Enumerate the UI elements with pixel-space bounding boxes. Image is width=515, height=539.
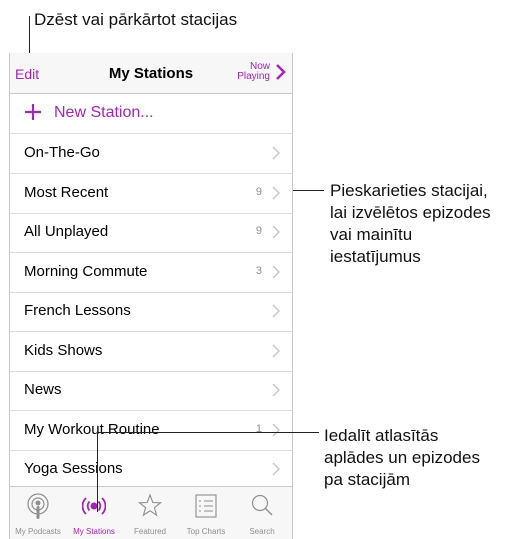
phone-screen: Edit My Stations Now Playing New Station…: [9, 53, 293, 539]
station-name: Most Recent: [24, 183, 109, 201]
station-row[interactable]: News: [10, 371, 292, 411]
annotation-right-2: Iedalīt atlasītās aplādes un epizodes pa…: [324, 425, 480, 491]
tab-label: Top Charts: [186, 527, 226, 536]
episode-count: 9: [255, 225, 262, 237]
station-name: Morning Commute: [24, 262, 148, 280]
new-station-label: New Station...: [54, 104, 154, 121]
chevron-right-icon: [272, 225, 280, 239]
tab-my-podcasts[interactable]: My Podcasts: [10, 487, 66, 539]
station-name: Kids Shows: [24, 341, 103, 359]
annotation-right-1-line-3: vai mainītu: [330, 225, 413, 244]
tab-label: Featured: [133, 527, 167, 536]
now-playing-line-2: Playing: [237, 71, 270, 82]
station-row[interactable]: Yoga Sessions: [10, 450, 292, 490]
station-row[interactable]: My Workout Routine 1: [10, 411, 292, 451]
broadcast-icon: [82, 497, 106, 515]
annotation-right-1-line-1: Pieskarieties stacijai,: [330, 181, 488, 200]
annotation-right-1: Pieskarieties stacijai, lai izvēlētos ep…: [330, 180, 491, 268]
podcast-icon: [27, 493, 49, 519]
annotation-right-2-line-3: pa stacijām: [324, 470, 410, 489]
search-icon: [251, 494, 273, 516]
station-name: Yoga Sessions: [24, 460, 123, 477]
chevron-right-icon: [272, 383, 280, 397]
episode-count: 9: [255, 185, 262, 198]
star-icon: [138, 493, 162, 517]
chevron-right-icon: [272, 462, 280, 476]
chevron-right-icon: [272, 343, 280, 358]
station-row[interactable]: Most Recent 9: [10, 174, 292, 214]
station-row[interactable]: Morning Commute 3: [10, 253, 292, 293]
station-name: My Workout Routine: [24, 420, 160, 438]
tab-search[interactable]: Search: [234, 487, 290, 539]
episode-count: 3: [255, 264, 262, 277]
callout-line-right-2-vertical: [97, 432, 98, 512]
station-name: News: [24, 381, 62, 398]
annotation-top: Dzēst vai pārkārtot stacijas: [34, 10, 238, 29]
list-icon: [195, 494, 217, 518]
tab-top-charts[interactable]: Top Charts: [178, 487, 234, 539]
now-playing-button[interactable]: Now Playing: [237, 62, 270, 82]
station-row[interactable]: All Unplayed 9: [10, 213, 292, 253]
edit-button[interactable]: Edit: [15, 66, 39, 82]
tab-bar: My Podcasts My Stations Featured Top Cha…: [10, 486, 292, 539]
new-station-row[interactable]: New Station...: [10, 94, 292, 134]
navigation-bar: Edit My Stations Now Playing: [10, 53, 292, 94]
chevron-right-icon: [272, 185, 280, 200]
callout-line-right-2: [97, 432, 319, 433]
tab-featured[interactable]: Featured: [122, 487, 178, 539]
tab-label: My Stations: [73, 527, 115, 536]
chevron-right-icon: [272, 146, 280, 160]
tab-label: My Podcasts: [15, 527, 61, 536]
annotation-right-2-line-2: aplādes un epizodes: [324, 448, 480, 467]
annotation-right-1-line-4: iestatījumus: [330, 247, 421, 266]
tab-my-stations[interactable]: My Stations: [66, 487, 122, 539]
station-row[interactable]: Kids Shows: [10, 332, 292, 372]
station-name: On-The-Go: [24, 144, 100, 161]
chevron-right-icon: [272, 264, 280, 279]
tab-label: Search: [249, 527, 275, 536]
annotation-right-2-line-1: Iedalīt atlasītās: [324, 426, 439, 445]
chevron-right-icon: [272, 304, 280, 318]
station-row[interactable]: French Lessons: [10, 292, 292, 332]
chevron-right-icon[interactable]: [275, 63, 287, 81]
station-name: All Unplayed: [24, 223, 109, 240]
annotation-right-1-line-2: lai izvēlētos epizodes: [330, 203, 491, 222]
plus-icon: [25, 104, 41, 120]
chevron-right-icon: [272, 422, 280, 437]
station-name: French Lessons: [24, 302, 131, 319]
station-row[interactable]: On-The-Go: [10, 134, 292, 174]
